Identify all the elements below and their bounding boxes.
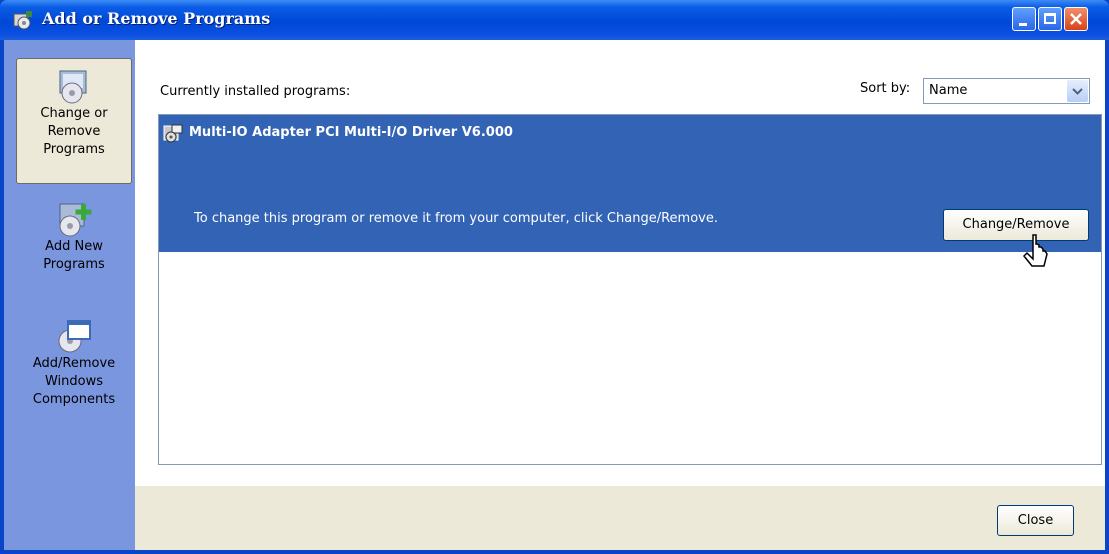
sidebar-item-label: Add New [45, 239, 103, 254]
sidebar-item-label: Windows [44, 374, 104, 389]
client-area: Change or Remove Programs Add New Progra… [4, 40, 1105, 550]
add-new-programs-icon [59, 203, 92, 237]
program-name: Multi-IO Adapter PCI Multi-I/O Driver V6… [189, 125, 513, 140]
chevron-down-icon[interactable] [1067, 80, 1088, 102]
close-button[interactable]: Close [997, 505, 1074, 536]
program-hint: To change this program or remove it from… [194, 211, 718, 226]
maximize-icon[interactable] [1038, 7, 1062, 31]
list-item[interactable]: Multi-IO Adapter PCI Multi-I/O Driver V6… [159, 115, 1101, 252]
sidebar-item-change-remove[interactable]: Change or Remove Programs [16, 58, 132, 184]
sort-by-label: Sort by: [860, 81, 911, 96]
installed-programs-label: Currently installed programs: [160, 84, 351, 99]
window-title: Add or Remove Programs [42, 9, 271, 28]
sidebar-item-add-new-programs[interactable]: Add New Programs [16, 198, 132, 298]
sidebar: Change or Remove Programs Add New Progra… [4, 40, 135, 550]
change-remove-button[interactable]: Change/Remove [943, 209, 1089, 241]
windows-components-icon [58, 320, 91, 353]
add-remove-programs-icon [13, 11, 32, 30]
close-icon[interactable] [1064, 7, 1088, 31]
minimize-icon[interactable] [1012, 7, 1036, 31]
installer-icon [163, 124, 183, 143]
sidebar-item-label: Change or [40, 106, 108, 121]
sort-by-select[interactable]: Name [923, 78, 1090, 104]
title-bar[interactable]: Add or Remove Programs [0, 0, 1109, 40]
sidebar-item-label: Components [32, 392, 116, 407]
sidebar-item-label: Add/Remove [32, 356, 116, 371]
add-remove-programs-window: Add or Remove Programs Change or Remove … [0, 0, 1109, 554]
sidebar-item-label: Remove [47, 124, 101, 139]
programs-list[interactable]: Multi-IO Adapter PCI Multi-I/O Driver V6… [158, 114, 1102, 465]
sort-by-value: Name [929, 83, 968, 98]
mouse-cursor-icon [1022, 234, 1048, 267]
main-panel: Currently installed programs: Sort by: N… [135, 40, 1105, 486]
sidebar-item-label: Programs [43, 257, 105, 272]
change-remove-programs-icon [59, 70, 87, 104]
sidebar-item-windows-components[interactable]: Add/Remove Windows Components [16, 315, 132, 435]
sidebar-item-label: Programs [43, 142, 105, 157]
